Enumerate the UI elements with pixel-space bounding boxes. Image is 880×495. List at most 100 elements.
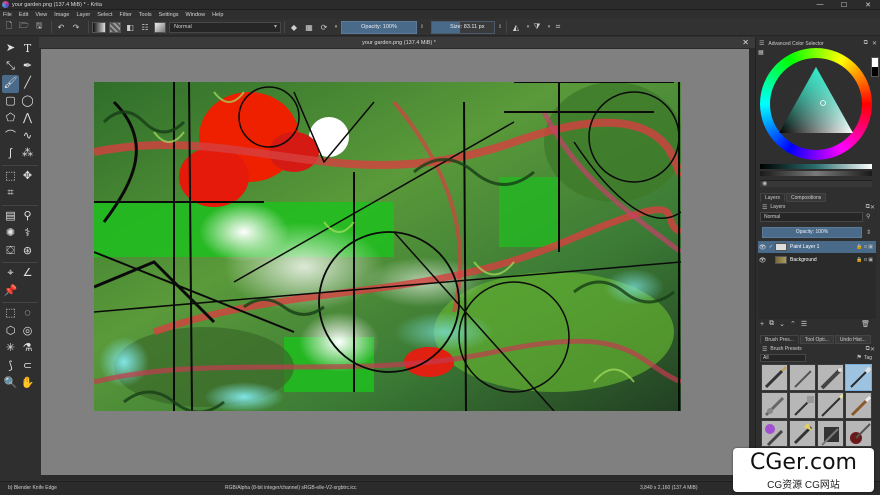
layer-flags-icon[interactable]: 🔒 α ▣ [856,257,873,263]
new-document-icon[interactable]: 🗋 [3,21,15,33]
brush-preset-selected[interactable] [845,364,872,391]
mirror-horizontal-icon[interactable]: ◭ [510,21,522,33]
fg-bg-swatch[interactable] [871,57,879,77]
polygon-select-icon[interactable]: ⬡ [2,323,19,341]
move-down-icon[interactable]: ⌄ [779,320,785,328]
hue-wheel[interactable] [760,48,872,160]
undo-icon[interactable]: ↶ [55,21,67,33]
move-tool-icon[interactable]: ✥ [19,168,36,186]
color-settings-icon[interactable]: ▦ [758,49,766,57]
tab-layers[interactable]: Layers [760,193,786,202]
brush-preset[interactable] [817,364,844,391]
brush-preset[interactable] [761,420,788,447]
menu-image[interactable]: Image [54,12,69,18]
close-button[interactable]: ✕ [856,1,880,9]
gradient-selector[interactable] [92,21,106,33]
select-shapes-icon[interactable]: ➤ [2,40,19,58]
canvas-artwork[interactable] [94,82,681,411]
dropdown-arrow-icon[interactable]: ▾ [333,24,339,30]
brush-preset[interactable] [789,420,816,447]
docker-menu-icon[interactable]: ☰ [759,40,764,47]
redo-icon[interactable]: ↷ [70,21,82,33]
smart-patch-icon[interactable]: ⚕ [19,225,36,243]
tag-icon[interactable]: ⚑ [857,354,862,361]
blend-mode-dropdown[interactable]: Normal [169,21,281,33]
polygon-tool-icon[interactable]: ⬠ [2,110,19,128]
polyline-tool-icon[interactable]: ⋀ [19,110,36,128]
layer-properties-icon[interactable]: ☰ [801,320,807,328]
text-tool-icon[interactable]: T [19,40,36,58]
menu-help[interactable]: Help [212,12,223,18]
freehand-path-icon[interactable]: ∿ [19,128,36,146]
brush-preset[interactable] [817,420,844,447]
save-icon[interactable]: 🖫 [33,21,45,33]
maximize-button[interactable]: ☐ [832,1,856,9]
close-docker-icon[interactable]: ✕ [872,40,877,47]
freehand-brush-icon[interactable]: 🖌 [2,75,19,93]
tab-brush-presets[interactable]: Brush Pres... [760,335,799,344]
size-stepper-icon[interactable]: ⇕ [497,24,503,30]
crop-tool-icon[interactable]: ⌗ [2,185,19,203]
eye-icon[interactable]: ◉ [762,180,767,187]
layer-flags-icon[interactable]: 🔒 α ▣ [856,244,873,250]
edit-shapes-icon[interactable]: ⤡ [2,58,19,76]
line-tool-icon[interactable]: ╱ [19,75,36,93]
lightness-strip[interactable] [760,164,872,169]
menu-select[interactable]: Select [97,12,112,18]
tab-undo-history[interactable]: Undo Hist... [834,335,871,344]
gradient-tool-icon[interactable]: ▤ [2,208,19,226]
minimize-button[interactable]: — [808,1,832,8]
color-picker-icon[interactable]: ⚲ [19,208,36,226]
measure-tool-icon[interactable]: ∠ [19,265,36,283]
tag-label[interactable]: Tag [864,355,872,361]
layer-blend-dropdown[interactable]: Normal [760,212,863,222]
magnetic-select-icon[interactable]: ⊂ [19,358,36,376]
float-docker-icon[interactable]: ⧉ [864,40,868,47]
menu-edit[interactable]: Edit [19,12,28,18]
brush-settings-icon[interactable]: ☷ [139,21,151,33]
contiguous-select-icon[interactable]: ✳ [2,340,19,358]
menu-layer[interactable]: Layer [76,12,90,18]
size-slider[interactable]: Size: 83.11 px [431,20,495,34]
move-up-icon[interactable]: ⌃ [790,320,796,328]
brush-preset[interactable] [817,392,844,419]
document-tab[interactable]: your garden.png (137.4 MiB) * [289,37,509,49]
presets-menu-icon[interactable]: ☰ [762,346,767,353]
brush-preset-selector[interactable] [154,21,166,33]
rectangle-tool-icon[interactable]: ▢ [2,93,19,111]
layer-row[interactable]: 👁 Background 🔒 α ▣ [758,254,876,266]
mirror-vertical-icon[interactable]: ⧩ [531,21,543,33]
visibility-eye-icon[interactable]: 👁 [758,244,767,251]
saturation-value-triangle[interactable] [777,65,855,137]
brush-preset[interactable] [761,364,788,391]
brush-preset[interactable] [789,392,816,419]
brush-preset[interactable] [761,392,788,419]
ellipse-tool-icon[interactable]: ◯ [19,93,36,111]
close-docker-icon[interactable]: ✕ [870,346,875,353]
brush-preset[interactable] [845,420,872,447]
menu-tools[interactable]: Tools [139,12,152,18]
open-document-icon[interactable]: 🗁 [18,21,30,33]
saturation-strip[interactable] [760,171,872,176]
bezier-tool-icon[interactable]: ⌒ [2,128,19,146]
calligraphy-icon[interactable]: ✒ [19,58,36,76]
wrap-around-icon[interactable]: ⌗ [552,21,564,33]
reference-tool-icon[interactable]: 📌 [2,283,19,301]
layers-menu-icon[interactable]: ☰ [762,204,767,211]
colorize-mask-icon[interactable]: ✺ [2,225,19,243]
enclose-fill-icon[interactable]: ⊛ [19,243,36,261]
duplicate-layer-icon[interactable]: ⧉ [769,320,774,328]
menu-filter[interactable]: Filter [120,12,132,18]
tab-tool-options[interactable]: Tool Opti... [799,335,834,344]
menu-view[interactable]: View [35,12,47,18]
visibility-eye-icon[interactable]: 👁 [758,257,767,264]
preserve-alpha-icon[interactable]: ▦ [303,21,315,33]
freehand-select-icon[interactable]: ◎ [19,323,36,341]
reload-preset-icon[interactable]: ⟳ [318,21,330,33]
color-history-bar[interactable]: ◉ [760,180,872,187]
close-docker-icon[interactable]: ✕ [870,204,875,211]
zoom-tool-icon[interactable]: 🔍 [2,375,19,393]
opacity-stepper-icon[interactable]: ⇕ [419,24,425,30]
fill-tool-icon[interactable]: ⛋ [2,243,19,261]
similar-select-icon[interactable]: ⚗ [19,340,36,358]
